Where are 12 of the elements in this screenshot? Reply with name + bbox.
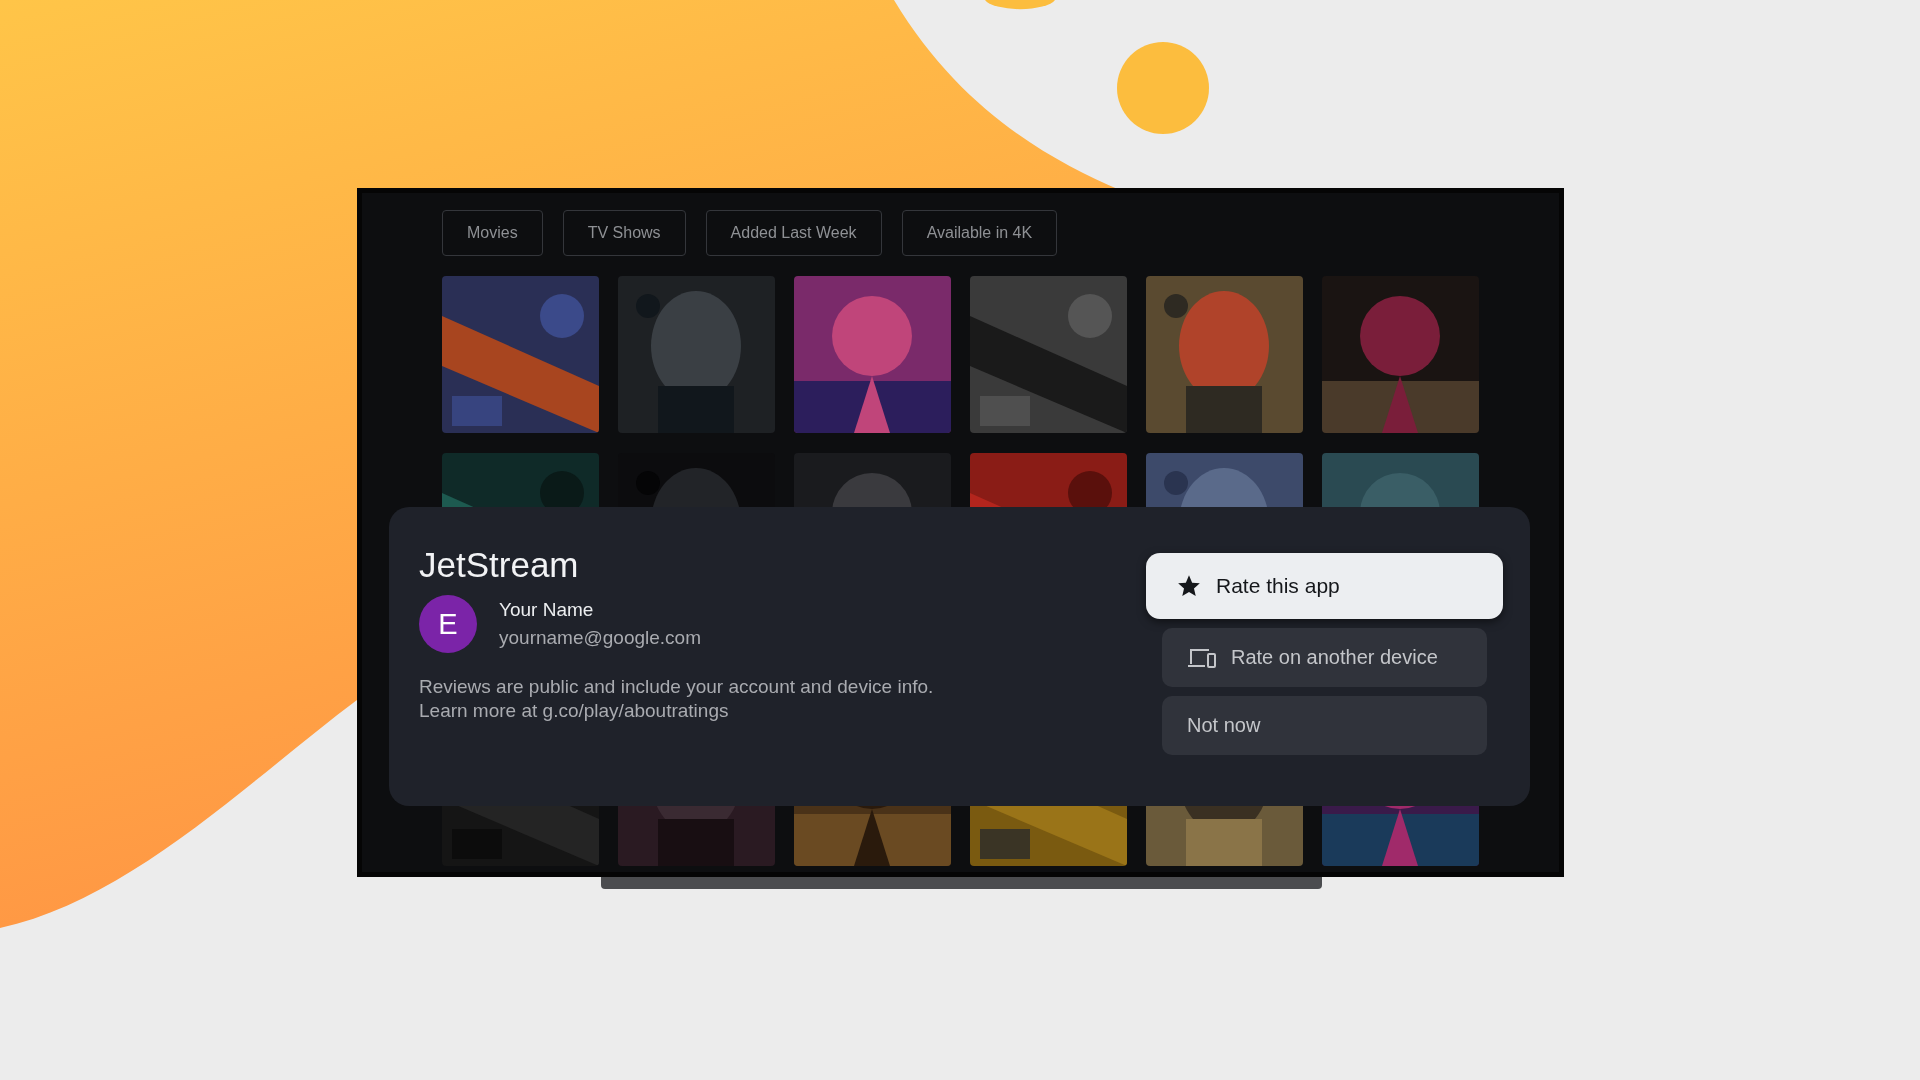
filter-chip[interactable]: Movies xyxy=(442,210,543,256)
dialog-button[interactable]: Not now xyxy=(1162,696,1487,755)
rate-button[interactable]: Rate on another device xyxy=(1162,628,1487,687)
account-email: yourname@google.com xyxy=(499,626,701,650)
avatar: E xyxy=(419,595,477,653)
account-name: Your Name xyxy=(499,598,595,622)
filter-chip[interactable]: Available in 4K xyxy=(901,210,1058,256)
rate-button[interactable]: Rate this app xyxy=(1146,553,1503,619)
notice-text: Reviews are public and include your account and device info. Learn more at g.co/play/aboutratings xyxy=(419,675,935,723)
filter-chip[interactable]: Added Last Week xyxy=(705,210,882,256)
app-title: JetStream xyxy=(419,545,580,585)
filter-chip[interactable]: TV Shows xyxy=(562,210,686,256)
